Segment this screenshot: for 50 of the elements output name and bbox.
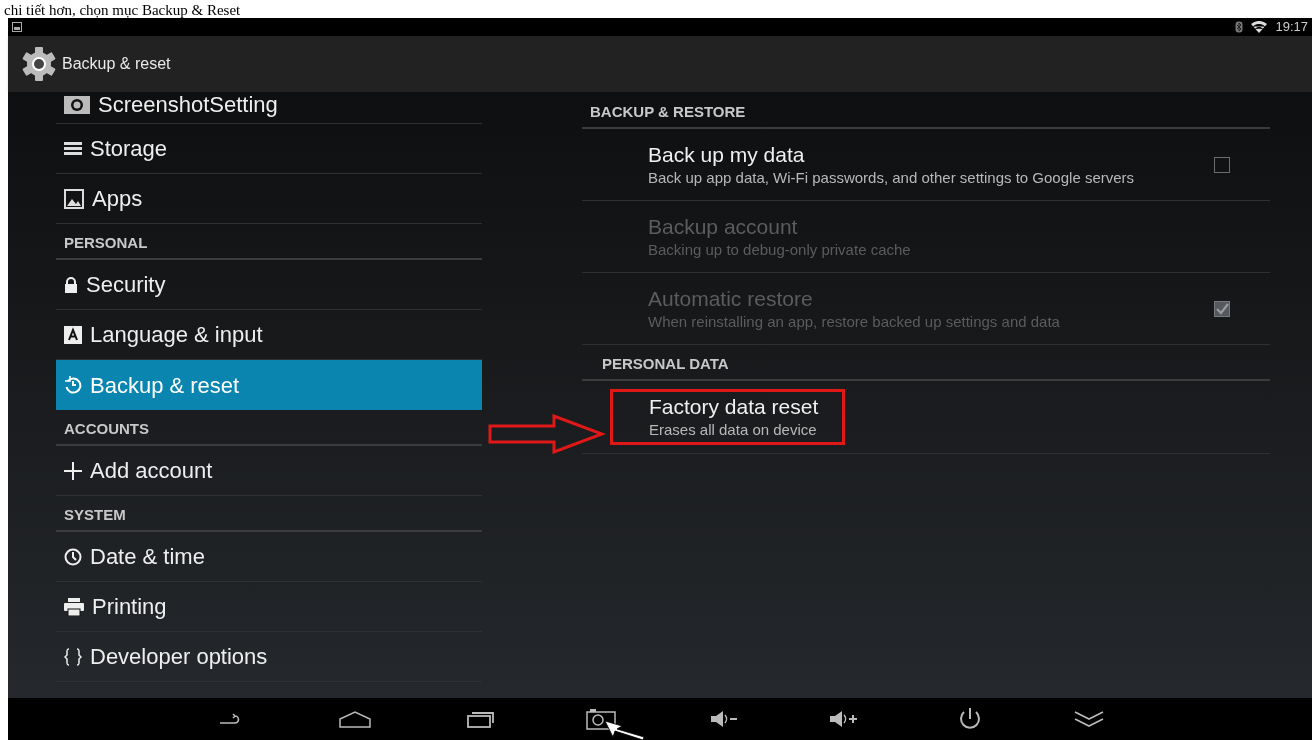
list-icon xyxy=(64,141,82,156)
settings-menu-item[interactable]: Security xyxy=(56,260,482,310)
section-header: ACCOUNTS xyxy=(64,418,149,439)
section-header: SYSTEM xyxy=(64,504,126,525)
power-icon[interactable] xyxy=(958,706,982,732)
settings-menu-item[interactable]: Printing xyxy=(56,582,482,632)
screen-title: Backup & reset xyxy=(62,54,171,74)
checkbox[interactable] xyxy=(1214,156,1230,173)
settings-menu-item[interactable]: Backup & reset xyxy=(56,360,482,410)
home-icon[interactable] xyxy=(339,710,371,728)
clock-icon xyxy=(64,547,82,566)
plus-icon xyxy=(64,461,82,480)
settings-menu-item[interactable]: Apps xyxy=(56,174,482,224)
volume-up-icon[interactable] xyxy=(829,710,859,728)
settings-menu-item[interactable]: Storage xyxy=(56,124,482,174)
recent-apps-icon[interactable] xyxy=(467,710,495,728)
double-chevron-down-icon[interactable] xyxy=(1074,710,1104,728)
setting-title: Backup account xyxy=(648,213,799,240)
camera-icon[interactable] xyxy=(586,708,616,730)
settings-menu-item[interactable]: Add account xyxy=(56,446,482,496)
section-header: PERSONAL DATA xyxy=(602,353,729,374)
setting-title: Factory data reset xyxy=(649,394,819,420)
setting-title: Back up my data xyxy=(648,141,806,168)
keyboard-letter-icon xyxy=(64,325,82,344)
picture-icon xyxy=(64,188,84,209)
settings-icon[interactable] xyxy=(20,45,58,83)
setting-summary: When reinstalling an app, restore backed up settings and data xyxy=(648,311,1061,332)
settings-menu-item[interactable]: ScreenshotSetting xyxy=(56,92,482,124)
setting-title: Automatic restore xyxy=(648,285,814,312)
settings-menu-item[interactable]: Developer options xyxy=(56,632,482,682)
settings-row[interactable]: Factory data reset Erases all data on device xyxy=(582,381,1270,454)
camera-icon xyxy=(64,95,90,114)
clock-time: 19:17 xyxy=(1275,18,1308,37)
setting-summary: Backing up to debug-only private cache xyxy=(648,239,912,260)
section-header: BACKUP & RESTORE xyxy=(590,101,746,122)
printer-icon xyxy=(64,597,84,616)
setting-summary: Back up app data, Wi-Fi passwords, and other settings to Google servers xyxy=(648,167,1136,188)
settings-row[interactable]: Back up my data Back up app data, Wi-Fi passwords, and other settings to Google servers xyxy=(582,129,1270,201)
settings-menu-item[interactable]: Date & time xyxy=(56,532,482,582)
lock-icon xyxy=(64,276,78,293)
caption-text: chi tiết hơn, chọn mục Backup & Reset xyxy=(4,2,241,18)
back-icon[interactable] xyxy=(218,711,240,727)
bluetooth-icon xyxy=(1235,21,1244,33)
picture-notification-icon xyxy=(12,22,22,32)
section-header: PERSONAL xyxy=(64,232,148,253)
braces-icon xyxy=(64,647,82,666)
setting-summary: Erases all data on device xyxy=(649,420,818,440)
restore-clock-icon xyxy=(64,376,82,394)
wifi-icon xyxy=(1251,21,1268,33)
volume-down-icon[interactable] xyxy=(710,710,740,728)
